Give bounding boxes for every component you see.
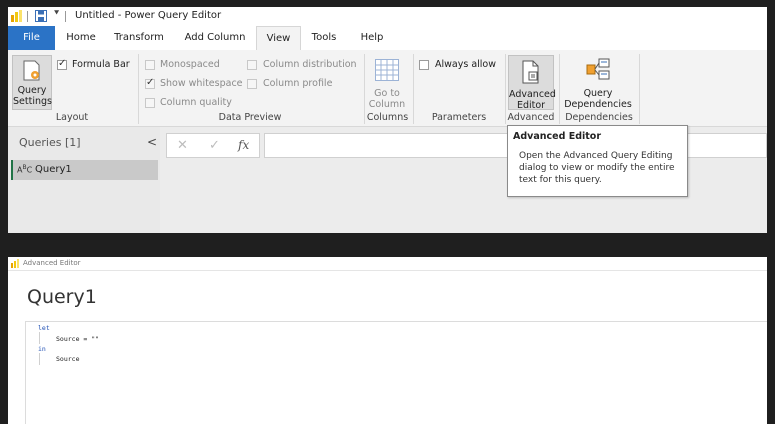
always-allow-checkbox[interactable] <box>419 60 429 70</box>
ribbon: Query Settings Formula Bar Layout Monosp… <box>8 50 767 127</box>
separator-icon <box>27 11 28 22</box>
group-label-columns: Columns <box>366 112 409 123</box>
column-profile-checkbox[interactable] <box>247 79 257 89</box>
column-distribution-label: Column distribution <box>263 59 357 70</box>
go-to-column-label: Go to Column <box>368 88 406 110</box>
group-label-parameters: Parameters <box>431 112 487 123</box>
tab-add-column[interactable]: Add Column <box>176 26 254 50</box>
tab-tools[interactable]: Tools <box>304 26 344 50</box>
column-profile-label: Column profile <box>263 78 333 89</box>
query-settings-icon <box>23 60 41 82</box>
tooltip-line: Open the Advanced Query Editing <box>519 151 673 161</box>
tooltip-line: dialog to view or modify the entire <box>519 163 675 173</box>
query-settings-button[interactable]: Query Settings <box>12 55 52 110</box>
group-label-layout: Layout <box>55 112 89 123</box>
code-keyword: in <box>38 345 46 353</box>
advanced-editor-button[interactable]: Advanced Editor <box>508 55 556 111</box>
tooltip-line: text for this query. <box>519 175 602 185</box>
group-label-dependencies: Dependencies <box>565 112 633 123</box>
power-bi-logo-icon <box>11 259 20 268</box>
tab-help[interactable]: Help <box>352 26 392 50</box>
advanced-editor-tooltip: Advanced Editor Open the Advanced Query … <box>507 125 688 197</box>
menu-bar: File Home Transform Add Column View Tool… <box>8 26 767 50</box>
tab-home[interactable]: Home <box>59 26 103 50</box>
power-query-editor-window: ⯆ Untitled - Power Query Editor File Hom… <box>8 7 767 233</box>
fx-icon[interactable]: fx <box>238 138 249 152</box>
advanced-editor-window: Advanced Editor Query1 let Source = "" i… <box>8 257 767 424</box>
tooltip-title: Advanced Editor <box>513 131 602 142</box>
commit-icon[interactable]: ✓ <box>209 138 220 153</box>
query-dependencies-button[interactable]: Query Dependencies <box>563 55 633 110</box>
tab-view[interactable]: View <box>256 26 301 50</box>
code-line: Source <box>56 355 80 363</box>
show-whitespace-checkbox[interactable] <box>145 77 155 89</box>
query-name-heading: Query1 <box>27 286 97 308</box>
indent-guide <box>39 353 40 365</box>
advanced-editor-window-title: Advanced Editor <box>23 259 81 267</box>
cancel-icon[interactable]: ✕ <box>177 138 188 153</box>
column-distribution-checkbox[interactable] <box>247 60 257 70</box>
column-quality-label: Column quality <box>160 97 232 108</box>
code-keyword: let <box>38 324 50 332</box>
queries-header: Queries [1] <box>19 136 81 149</box>
separator-icon <box>65 11 66 22</box>
document-icon <box>522 60 540 84</box>
title-bar: ⯆ Untitled - Power Query Editor <box>8 7 767 26</box>
query-list-item[interactable]: ABC Query1 <box>11 160 158 180</box>
formula-buttons: ✕ ✓ fx <box>166 133 260 158</box>
queries-pane: Queries [1] < ABC Query1 <box>8 127 160 233</box>
advanced-editor-label: Advanced Editor <box>509 89 556 111</box>
customize-toolbar-icon[interactable]: ⯆ <box>53 9 60 19</box>
window-title: Untitled - Power Query Editor <box>75 10 222 21</box>
code-line: Source = "" <box>56 335 100 343</box>
always-allow-label: Always allow <box>435 59 497 70</box>
divider <box>639 54 640 124</box>
tab-file[interactable]: File <box>8 26 55 50</box>
query-dependencies-icon <box>586 58 612 82</box>
query-settings-label: Query Settings <box>13 85 52 107</box>
power-bi-logo-icon <box>11 10 23 22</box>
show-whitespace-label: Show whitespace <box>160 78 243 89</box>
code-editor[interactable]: let Source = "" in Source <box>25 321 767 424</box>
monospaced-label: Monospaced <box>160 59 220 70</box>
text-type-icon: ABC <box>17 164 33 175</box>
group-label-advanced: Advanced <box>507 112 555 123</box>
advanced-editor-title-bar: Advanced Editor <box>8 257 767 271</box>
monospaced-checkbox[interactable] <box>145 60 155 70</box>
selection-marker <box>11 160 13 180</box>
column-grid-icon <box>375 59 399 81</box>
indent-guide <box>39 332 40 344</box>
column-quality-checkbox[interactable] <box>145 98 155 108</box>
save-icon[interactable] <box>35 10 47 22</box>
collapse-pane-button[interactable]: < <box>147 135 157 149</box>
query-dependencies-label: Query Dependencies <box>564 88 632 110</box>
group-label-data-preview: Data Preview <box>218 112 282 123</box>
query-name: Query1 <box>35 164 72 175</box>
formula-bar-label: Formula Bar <box>72 59 130 70</box>
tab-transform[interactable]: Transform <box>109 26 169 50</box>
go-to-column-button[interactable]: Go to Column <box>367 55 407 110</box>
formula-bar-checkbox[interactable] <box>57 58 67 70</box>
